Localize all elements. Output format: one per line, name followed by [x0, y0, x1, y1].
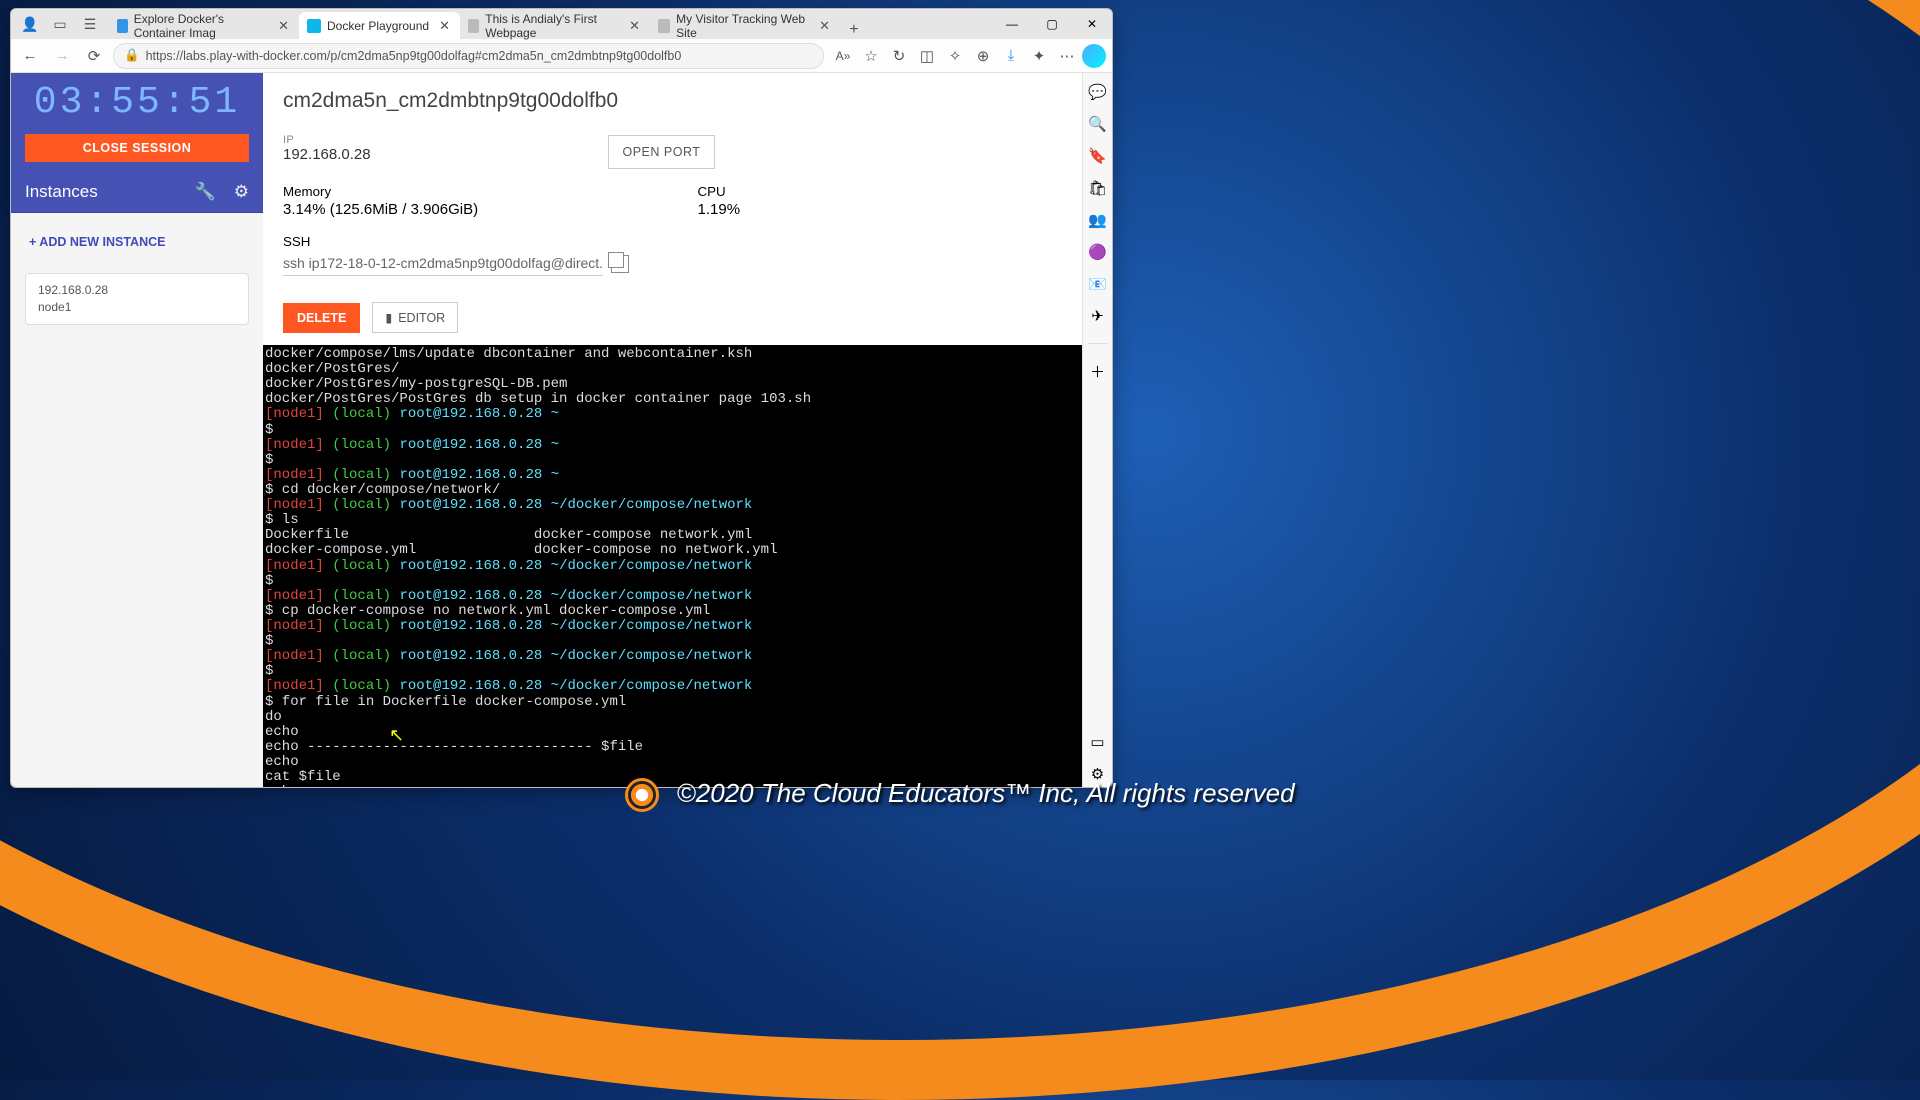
- split-screen-icon[interactable]: ◫: [914, 43, 940, 69]
- delete-button[interactable]: DELETE: [283, 303, 360, 333]
- vertical-tabs-icon[interactable]: ☰: [75, 9, 105, 39]
- chat-icon[interactable]: 💬: [1089, 83, 1107, 101]
- tab-docker-playground[interactable]: Docker Playground ✕: [299, 12, 460, 39]
- main-panel: cm2dma5n_cm2dmbtnp9tg00dolfb0 IP 192.168…: [263, 73, 1112, 787]
- tab-actions-icon[interactable]: ▭: [45, 9, 75, 39]
- docker-icon: [307, 19, 321, 33]
- terminal[interactable]: docker/compose/lms/update dbcontainer an…: [263, 345, 1112, 787]
- open-port-button[interactable]: OPEN PORT: [608, 135, 716, 169]
- wrench-icon[interactable]: 🔧: [195, 182, 216, 202]
- close-icon[interactable]: ✕: [819, 18, 830, 34]
- tab-label: This is Andialy's First Webpage: [485, 12, 619, 40]
- office-icon[interactable]: 🟣: [1089, 243, 1107, 261]
- close-window-button[interactable]: ✕: [1072, 9, 1112, 39]
- pwd-sidebar: 03:55:51 CLOSE SESSION Instances 🔧 ⚙ + A…: [11, 73, 263, 787]
- send-icon[interactable]: ✈: [1089, 307, 1107, 325]
- close-icon[interactable]: ✕: [278, 18, 289, 34]
- address-bar: ← → ⟳ 🔒 https://labs.play-with-docker.co…: [11, 39, 1112, 73]
- editor-button[interactable]: ▮ EDITOR: [372, 302, 458, 333]
- edge-sidebar: 💬 🔍 🔖 🛍 👥 🟣 📧 ✈ ＋ ▭ ⚙: [1082, 73, 1112, 788]
- reload-ext-icon[interactable]: ↻: [886, 43, 912, 69]
- add-sidebar-icon[interactable]: ＋: [1089, 362, 1107, 380]
- add-new-instance-button[interactable]: + ADD NEW INSTANCE: [11, 221, 263, 263]
- tab-visitor-tracking[interactable]: My Visitor Tracking Web Site ✕: [650, 12, 840, 39]
- ip-value: 192.168.0.28: [283, 146, 371, 163]
- instance-name: node1: [38, 299, 236, 316]
- tab-label: My Visitor Tracking Web Site: [676, 12, 809, 40]
- tab-label: Explore Docker's Container Imag: [134, 12, 268, 40]
- url-text: https://labs.play-with-docker.com/p/cm2d…: [146, 49, 682, 63]
- outlook-icon[interactable]: 📧: [1089, 275, 1107, 293]
- ip-label: IP: [283, 134, 294, 146]
- close-icon[interactable]: ✕: [629, 18, 640, 34]
- ssh-label: SSH: [283, 234, 310, 249]
- downloads-icon[interactable]: ⤓: [998, 43, 1024, 69]
- profile-badge[interactable]: [1082, 44, 1106, 68]
- panel-icon[interactable]: ▭: [1089, 733, 1107, 751]
- settings-icon[interactable]: ⚙: [1089, 765, 1107, 783]
- gear-icon[interactable]: ⚙: [234, 182, 249, 202]
- url-input[interactable]: 🔒 https://labs.play-with-docker.com/p/cm…: [113, 43, 824, 69]
- tab-explore-docker[interactable]: Explore Docker's Container Imag ✕: [109, 12, 299, 39]
- people-icon[interactable]: 👥: [1089, 211, 1107, 229]
- tab-first-webpage[interactable]: This is Andialy's First Webpage ✕: [460, 12, 650, 39]
- forward-button[interactable]: →: [49, 43, 75, 69]
- ssh-input[interactable]: [283, 251, 603, 276]
- editor-label: EDITOR: [398, 311, 445, 325]
- profile-avatar-icon[interactable]: 👤: [15, 9, 45, 39]
- lock-icon: 🔒: [124, 48, 140, 63]
- docker-icon: [117, 19, 128, 33]
- read-aloud-icon[interactable]: A»: [830, 43, 856, 69]
- refresh-button[interactable]: ⟳: [81, 43, 107, 69]
- collections-icon[interactable]: ⊕: [970, 43, 996, 69]
- instance-card[interactable]: 192.168.0.28 node1: [25, 273, 249, 325]
- maximize-button[interactable]: ▢: [1032, 9, 1072, 39]
- close-icon[interactable]: ✕: [439, 18, 450, 34]
- new-tab-button[interactable]: +: [840, 21, 868, 39]
- tab-label: Docker Playground: [327, 19, 429, 33]
- back-button[interactable]: ←: [17, 43, 43, 69]
- minimize-button[interactable]: ―: [992, 9, 1032, 39]
- favorites-bar-icon[interactable]: ✧: [942, 43, 968, 69]
- file-icon: ▮: [385, 310, 392, 325]
- session-timer: 03:55:51: [11, 73, 263, 128]
- more-icon[interactable]: ⋯: [1054, 43, 1080, 69]
- page-icon: [468, 19, 479, 33]
- node-title: cm2dma5n_cm2dmbtnp9tg00dolfb0: [283, 89, 1092, 113]
- memory-label: Memory: [283, 184, 331, 199]
- cpu-value: 1.19%: [698, 201, 741, 218]
- extensions-icon[interactable]: ✦: [1026, 43, 1052, 69]
- memory-value: 3.14% (125.6MiB / 3.906GiB): [283, 201, 478, 218]
- close-session-button[interactable]: CLOSE SESSION: [25, 134, 249, 162]
- instances-heading: Instances: [25, 182, 98, 202]
- tag-icon[interactable]: 🔖: [1089, 147, 1107, 165]
- cpu-label: CPU: [698, 184, 726, 199]
- search-icon[interactable]: 🔍: [1089, 115, 1107, 133]
- browser-titlebar: 👤 ▭ ☰ Explore Docker's Container Imag ✕ …: [11, 9, 1112, 39]
- instance-ip: 192.168.0.28: [38, 282, 236, 299]
- favorite-icon[interactable]: ☆: [858, 43, 884, 69]
- browser-window: 👤 ▭ ☰ Explore Docker's Container Imag ✕ …: [10, 8, 1113, 788]
- shopping-icon[interactable]: 🛍: [1089, 179, 1107, 197]
- copy-icon[interactable]: [611, 255, 629, 273]
- page-icon: [658, 19, 670, 33]
